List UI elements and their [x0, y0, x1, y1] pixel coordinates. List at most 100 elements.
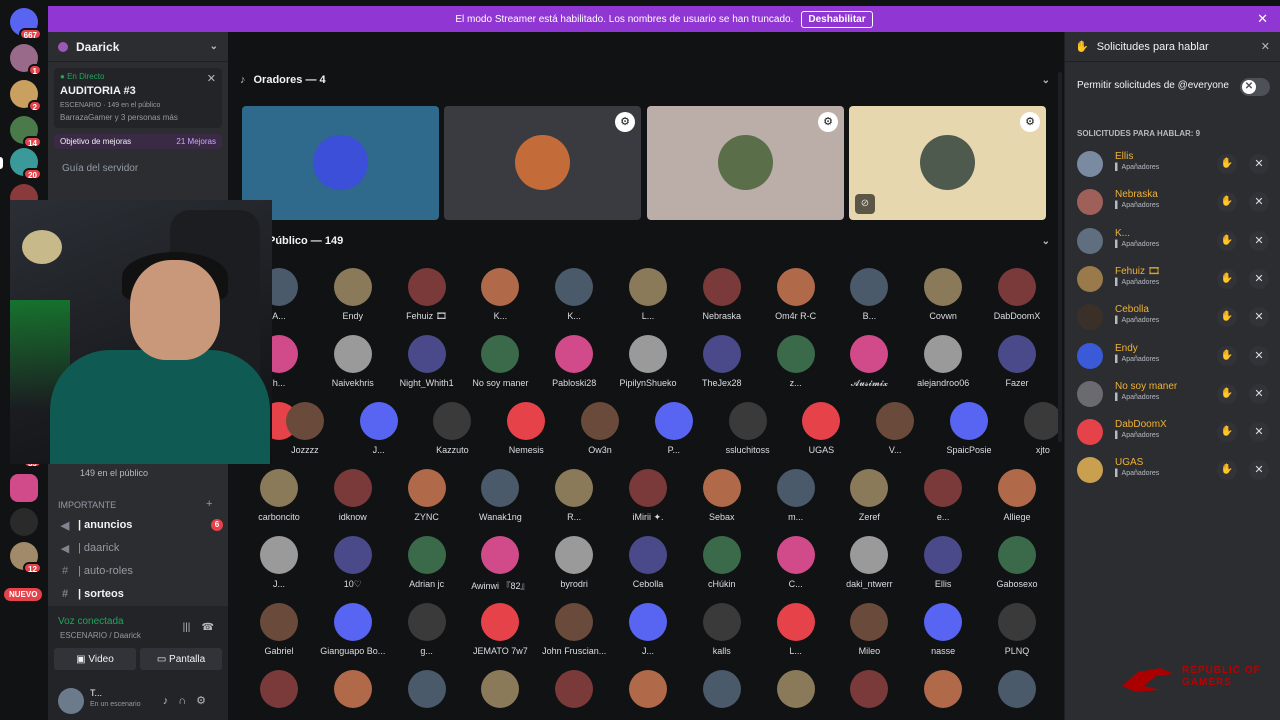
server-icon[interactable]: 20 — [10, 148, 42, 180]
audience-member[interactable]: JEMATO 7w7 — [463, 603, 537, 656]
audience-member[interactable]: L... — [759, 603, 833, 656]
headphones-icon[interactable]: ∩ — [178, 695, 196, 707]
audience-member[interactable]: Jozzzz — [268, 402, 342, 455]
accept-speak-icon[interactable]: ✋ — [1217, 154, 1237, 174]
audience-member[interactable] — [463, 670, 537, 708]
decline-icon[interactable]: ✕ — [1249, 230, 1269, 251]
audience-member[interactable]: m... — [759, 469, 833, 522]
channel-anuncios[interactable]: ◀ | anuncios 6 — [58, 515, 223, 535]
disable-streamer-button[interactable]: Deshabilitar — [801, 10, 873, 28]
audience-member[interactable]: V... — [858, 402, 932, 455]
avatar[interactable] — [1077, 419, 1103, 446]
server-icon[interactable]: 1 — [10, 44, 42, 76]
audience-member[interactable]: J... — [242, 536, 316, 589]
audience-member[interactable]: TheJex28 — [685, 335, 759, 388]
decline-icon[interactable]: ✕ — [1249, 460, 1269, 481]
decline-icon[interactable]: ✕ — [1249, 192, 1269, 213]
home-button[interactable]: 667 — [10, 8, 42, 40]
add-channel-icon[interactable]: + — [206, 498, 212, 510]
audience-member[interactable]: Adrian jc — [390, 536, 464, 589]
decline-icon[interactable]: ✕ — [1249, 268, 1269, 289]
speaker-tile[interactable]: ⚙ — [647, 106, 844, 220]
speaker-tile[interactable]: ⚙ — [444, 106, 641, 220]
decline-icon[interactable]: ✕ — [1249, 154, 1269, 174]
audience-member[interactable]: idknow — [316, 469, 390, 522]
audience-member[interactable]: K... — [463, 268, 537, 321]
audience-member[interactable]: Sebax — [685, 469, 759, 522]
server-guide-link[interactable]: Guía del servidor — [48, 163, 228, 174]
audience-member[interactable]: Nemesis — [489, 402, 563, 455]
audience-member[interactable]: Ellis — [906, 536, 980, 589]
mic-icon[interactable]: ♪ — [163, 695, 179, 707]
audience-member[interactable]: Wanak1ng — [463, 469, 537, 522]
accept-speak-icon[interactable]: ✋ — [1217, 345, 1237, 366]
audience-member[interactable]: Night_Whith1 — [390, 335, 464, 388]
audience-member[interactable]: ssluchitoss — [711, 402, 785, 455]
audience-member[interactable]: DabDoomX — [980, 268, 1054, 321]
audience-member[interactable]: cHúkin — [685, 536, 759, 589]
audience-member[interactable]: Gabriel — [242, 603, 316, 656]
audience-member[interactable]: B... — [832, 268, 906, 321]
audience-member[interactable] — [832, 670, 906, 708]
close-icon[interactable]: ✕ — [1261, 40, 1270, 53]
accept-speak-icon[interactable]: ✋ — [1217, 230, 1237, 251]
audience-member[interactable]: carboncito — [242, 469, 316, 522]
audience-member[interactable] — [980, 670, 1054, 708]
category-important[interactable]: IMPORTANTE — [58, 500, 116, 510]
audience-member[interactable]: 𝓐𝓾𝓼𝓲𝓶𝓲𝔁 — [832, 335, 906, 389]
audience-member[interactable]: z... — [759, 335, 833, 388]
close-icon[interactable]: ✕ — [1257, 11, 1268, 27]
audience-member[interactable]: Mileo — [832, 603, 906, 656]
audience-member[interactable]: PipilynShueko — [611, 335, 685, 388]
audience-member[interactable]: Fazer — [980, 335, 1054, 388]
audience-member[interactable]: C... — [759, 536, 833, 589]
avatar[interactable] — [1077, 265, 1103, 292]
audience-member[interactable]: Zeref — [832, 469, 906, 522]
channel-daarick[interactable]: ◀ | daarick — [58, 538, 223, 558]
audience-member[interactable]: Alliege — [980, 469, 1054, 522]
audience-member[interactable]: Cebolla — [611, 536, 685, 589]
gear-icon[interactable]: ⚙ — [196, 695, 216, 707]
accept-speak-icon[interactable]: ✋ — [1217, 383, 1237, 404]
audience-member[interactable]: J... — [611, 603, 685, 656]
audience-member[interactable]: Gianguapo Bo... — [316, 603, 390, 656]
audience-member[interactable]: PLNQ — [980, 603, 1054, 656]
disconnect-icon[interactable]: ☎ — [202, 622, 214, 633]
audience-member[interactable]: alejandroo06 — [906, 335, 980, 388]
audience-member[interactable]: Gabosexo — [980, 536, 1054, 589]
server-icon[interactable] — [10, 508, 38, 536]
avatar[interactable] — [1077, 227, 1103, 254]
audience-member[interactable]: ZYNC — [390, 469, 464, 522]
scrollbar[interactable] — [1058, 72, 1062, 442]
channel-sorteos[interactable]: # | sorteos — [58, 584, 223, 604]
accept-speak-icon[interactable]: ✋ — [1217, 192, 1237, 213]
decline-icon[interactable]: ✕ — [1249, 345, 1269, 366]
avatar[interactable] — [1077, 342, 1103, 369]
video-button[interactable]: ▣ Video — [54, 648, 136, 670]
decline-icon[interactable]: ✕ — [1249, 422, 1269, 443]
audience-member[interactable] — [685, 670, 759, 708]
accept-speak-icon[interactable]: ✋ — [1217, 307, 1237, 328]
server-header[interactable]: Daarick ⌄ — [48, 32, 228, 62]
speakers-header[interactable]: ♪ Oradores — 4 ⌄ — [240, 74, 1050, 86]
audience-member[interactable]: daki_ntwerr — [832, 536, 906, 589]
decline-icon[interactable]: ✕ — [1249, 307, 1269, 328]
audience-member[interactable]: nasse — [906, 603, 980, 656]
avatar[interactable] — [1077, 189, 1103, 216]
noise-suppression-icon[interactable]: ||| — [183, 622, 191, 633]
audience-member[interactable]: SpaicPosie — [932, 402, 1006, 455]
close-icon[interactable]: ✕ — [207, 72, 216, 85]
audience-member[interactable]: No soy maner — [463, 335, 537, 388]
audience-member[interactable]: L... — [611, 268, 685, 321]
audience-member[interactable]: e... — [906, 469, 980, 522]
audience-member[interactable]: Ow3n — [563, 402, 637, 455]
audience-member[interactable]: Covwn — [906, 268, 980, 321]
audience-member[interactable]: byrodri — [537, 536, 611, 589]
permit-toggle[interactable]: ✕ — [1240, 78, 1270, 96]
audience-member[interactable]: Awinwi 『82』 — [463, 536, 537, 592]
avatar[interactable] — [1077, 380, 1103, 407]
server-icon[interactable]: 12 — [10, 542, 42, 574]
decline-icon[interactable]: ✕ — [1249, 383, 1269, 404]
audience-member[interactable]: J... — [342, 402, 416, 455]
channel-auto-roles[interactable]: # | auto-roles — [58, 561, 223, 581]
